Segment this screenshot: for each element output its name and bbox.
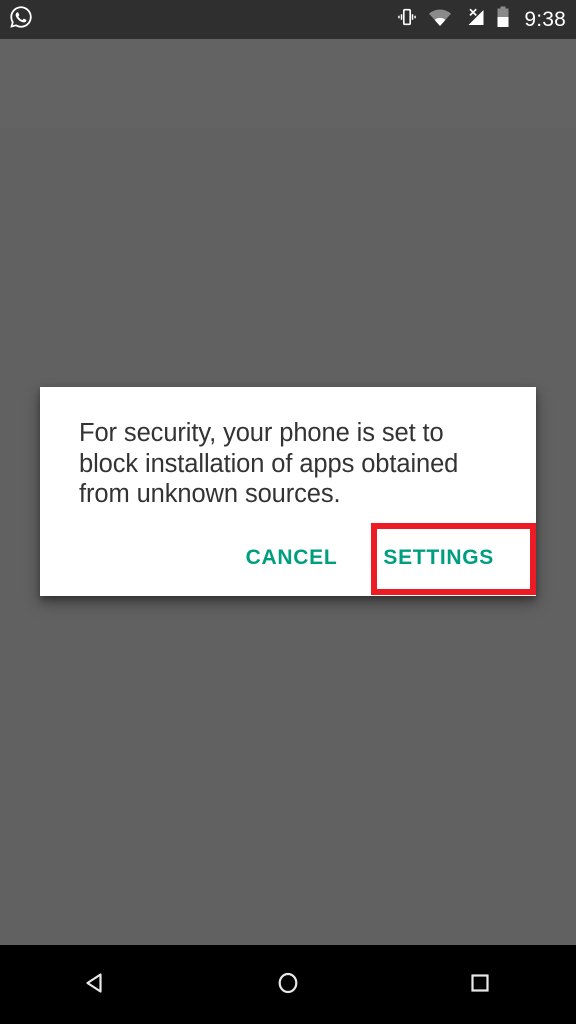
nav-home-button[interactable] [192,945,384,1024]
nav-recents-button[interactable] [384,945,576,1024]
status-bar-notifications [0,4,34,35]
navigation-bar [0,945,576,1024]
home-icon [273,968,303,1001]
recents-icon [465,968,495,1001]
dialog-message-text: For security, your phone is set to block… [79,419,459,508]
cellular-no-signal-icon [462,7,486,32]
nav-back-button[interactable] [0,945,192,1024]
cancel-button[interactable]: CANCEL [232,536,352,580]
vibrate-icon [396,6,418,33]
battery-icon [496,6,510,33]
status-bar: 9:38 [0,0,576,39]
wifi-icon [428,7,452,32]
phone-screen: 9:38 For security, your phone is set to … [0,0,576,1024]
status-bar-clock: 9:38 [524,7,566,31]
settings-button[interactable]: SETTINGS [369,536,508,580]
status-bar-system-icons: 9:38 [396,6,576,33]
dim-scrim-upper [0,39,576,128]
whatsapp-icon [8,4,34,35]
back-icon [81,968,111,1001]
dialog-action-row: CANCEL SETTINGS [40,528,536,588]
